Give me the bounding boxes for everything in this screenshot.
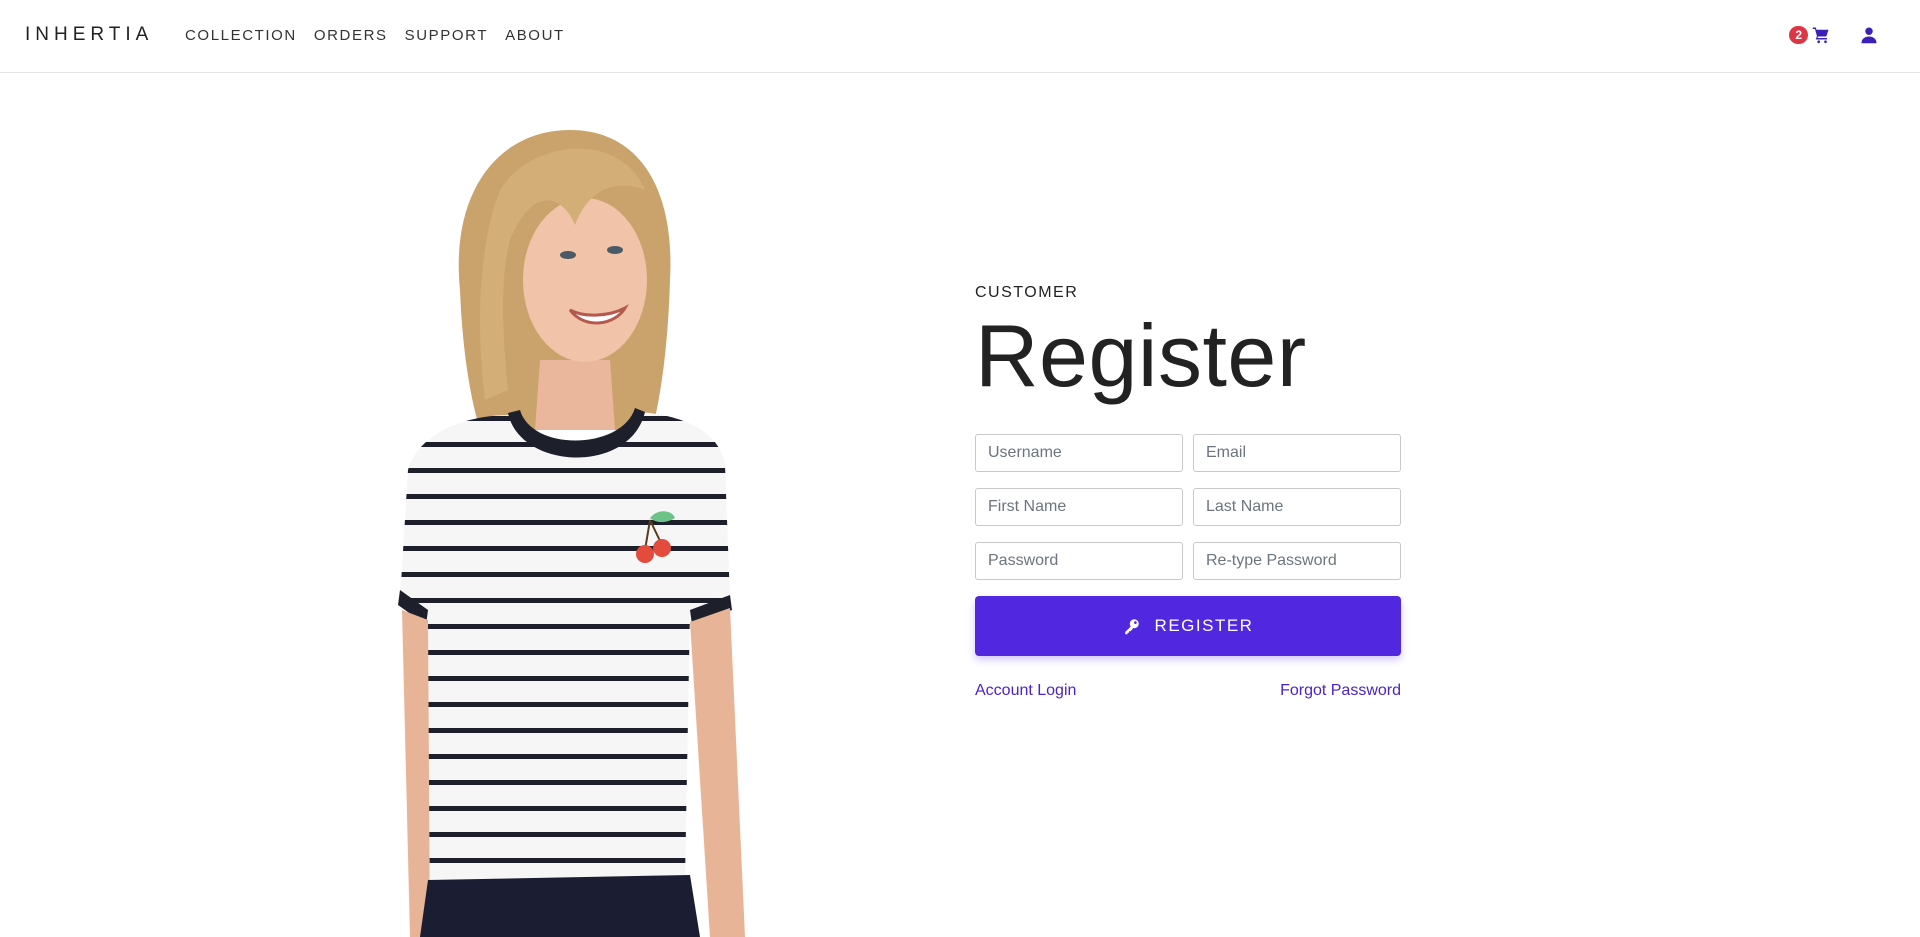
forgot-password-link[interactable]: Forgot Password: [1280, 682, 1401, 700]
woman-striped-tshirt-photo: [390, 130, 790, 937]
form-links: Account Login Forgot Password: [975, 682, 1401, 700]
nav-about[interactable]: ABOUT: [505, 27, 565, 44]
username-input[interactable]: [975, 434, 1183, 472]
last-name-input[interactable]: [1193, 488, 1401, 526]
nav-orders[interactable]: ORDERS: [314, 27, 388, 44]
page-title: Register: [975, 306, 1307, 405]
retype-password-input[interactable]: [1193, 542, 1401, 580]
top-navbar: INHERTIA COLLECTION ORDERS SUPPORT ABOUT…: [0, 0, 1920, 73]
email-input[interactable]: [1193, 434, 1401, 472]
form-eyebrow: CUSTOMER: [975, 284, 1079, 301]
key-icon: [1124, 619, 1139, 635]
user-icon[interactable]: [1860, 26, 1878, 44]
brand-logo[interactable]: INHERTIA: [25, 24, 153, 46]
register-button-label: REGISTER: [1154, 616, 1254, 635]
account-login-link[interactable]: Account Login: [975, 682, 1076, 700]
nav-support[interactable]: SUPPORT: [405, 27, 488, 44]
password-input[interactable]: [975, 542, 1183, 580]
shopping-cart-icon: [1812, 27, 1829, 44]
form-row-account: [975, 434, 1401, 472]
register-button[interactable]: REGISTER: [975, 596, 1401, 656]
register-form: CUSTOMER Register REGISTER Account Login…: [975, 284, 1401, 700]
form-row-password: [975, 542, 1401, 580]
form-row-name: [975, 488, 1401, 526]
first-name-input[interactable]: [975, 488, 1183, 526]
nav-actions: 2: [1789, 26, 1878, 44]
nav-collection[interactable]: COLLECTION: [185, 27, 297, 44]
main-nav: COLLECTION ORDERS SUPPORT ABOUT: [185, 27, 582, 44]
cart-button[interactable]: 2: [1789, 26, 1830, 44]
cart-count-badge: 2: [1789, 26, 1808, 44]
